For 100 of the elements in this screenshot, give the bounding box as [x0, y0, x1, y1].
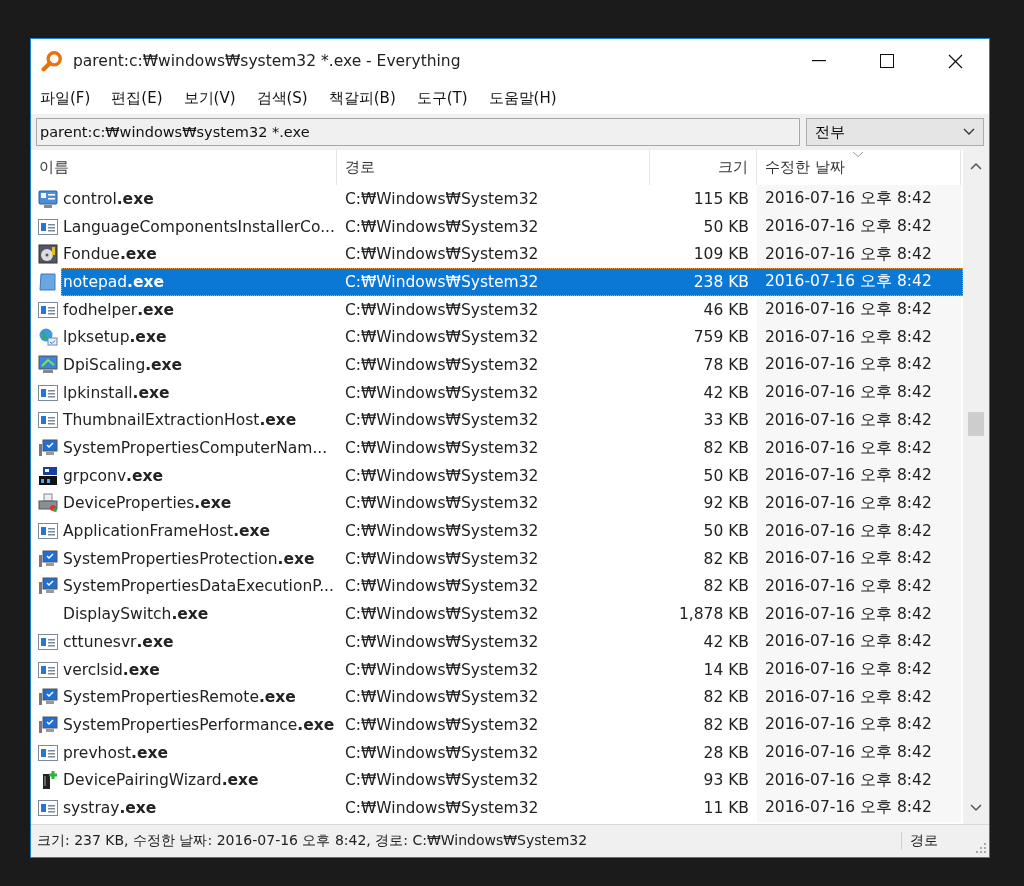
file-path: C:₩Windows₩System32 [344, 244, 540, 266]
file-size: 50 KB [702, 521, 750, 543]
column-header[interactable]: 이름 [31, 150, 337, 185]
file-row[interactable]: DeviceProperties.exe C:₩Windows₩System32 92 KB 2016-07-16 오후 8:42 [61, 489, 963, 518]
file-row[interactable]: DevicePairingWizard.exe C:₩Windows₩System32 93 KB 2016-07-16 오후 8:42 [61, 766, 963, 795]
file-name: fodhelper.exe [62, 299, 176, 321]
file-path: C:₩Windows₩System32 [344, 742, 540, 764]
file-row[interactable]: control.exe C:₩Windows₩System32 115 KB 2016-07-16 오후 8:42 [61, 185, 963, 213]
modified-date: 2016-07-16 오후 8:42 [757, 351, 961, 379]
file-name: lpksetup.exe [62, 327, 168, 349]
column-header[interactable]: 경로 [337, 150, 650, 185]
window-title: parent:c:₩windows₩system32 *.exe - Everything [73, 52, 462, 70]
file-row[interactable]: SystemPropertiesProtection.exe C:₩Windows₩System32 82 KB 2016-07-16 오후 8:42 [61, 544, 963, 573]
scroll-up-icon[interactable] [970, 162, 982, 170]
search-field[interactable]: parent:c:₩windows₩system32 *.exe [36, 118, 800, 146]
maximize-icon [880, 54, 894, 68]
menu-item[interactable]: 검색(S) [256, 89, 308, 108]
file-row[interactable]: prevhost.exe C:₩Windows₩System32 28 KB 2016-07-16 오후 8:42 [61, 738, 963, 767]
file-path: C:₩Windows₩System32 [344, 410, 540, 432]
menu-item[interactable]: 책갈피(B) [328, 89, 396, 108]
page-icon [38, 271, 58, 292]
file-row[interactable]: systray.exe C:₩Windows₩System32 11 KB 2016-07-16 오후 8:42 [61, 794, 963, 822]
file-name: lpkinstall.exe [62, 382, 171, 404]
filter-dropdown[interactable]: 전부 [806, 118, 984, 146]
column-header[interactable]: 크기 [650, 150, 757, 185]
modified-date: 2016-07-16 오후 8:42 [757, 295, 961, 324]
file-row[interactable]: LanguageComponentsInstallerCo... C:₩Windows₩System32 50 KB 2016-07-16 오후 8:42 [61, 212, 963, 241]
file-row[interactable]: cttunesvr.exe C:₩Windows₩System32 42 KB 2016-07-16 오후 8:42 [61, 628, 963, 656]
menu-item[interactable]: 편집(E) [111, 89, 163, 108]
file-path: C:₩Windows₩System32 [344, 687, 540, 709]
file-path: C:₩Windows₩System32 [344, 631, 540, 653]
close-icon [947, 53, 963, 69]
app-window-icon [38, 384, 58, 401]
modified-date: 2016-07-16 오후 8:42 [757, 766, 961, 795]
file-row[interactable]: lpksetup.exe C:₩Windows₩System32 759 KB 2016-07-16 오후 8:42 [61, 323, 963, 352]
scroll-thumb[interactable] [968, 412, 984, 436]
file-path: C:₩Windows₩System32 [344, 465, 540, 487]
modified-date: 2016-07-16 오후 8:42 [757, 185, 961, 213]
file-row[interactable]: DisplaySwitch.exe C:₩Windows₩System32 1,878 KB 2016-07-16 오후 8:42 [61, 600, 963, 628]
file-name: SystemPropertiesDataExecutionP... [62, 576, 335, 598]
file-name: SystemPropertiesProtection.exe [62, 548, 316, 570]
status-label: 경로 [901, 832, 976, 850]
file-row[interactable]: fodhelper.exe C:₩Windows₩System32 46 KB 2016-07-16 오후 8:42 [61, 295, 963, 324]
app-window-icon [38, 412, 58, 429]
file-name: SystemPropertiesComputerNam... [62, 438, 329, 460]
modified-date: 2016-07-16 오후 8:42 [757, 738, 961, 767]
menu-item[interactable]: 도움말(H) [488, 89, 557, 108]
file-row[interactable]: lpkinstall.exe C:₩Windows₩System32 42 KB 2016-07-16 오후 8:42 [61, 378, 963, 407]
printer-icon [38, 493, 58, 514]
file-size: 50 KB [702, 216, 750, 238]
file-row[interactable]: SystemPropertiesRemote.exe C:₩Windows₩System32 82 KB 2016-07-16 오후 8:42 [61, 683, 963, 712]
vertical-scrollbar[interactable] [963, 150, 989, 824]
file-row[interactable]: ThumbnailExtractionHost.exe C:₩Windows₩System32 33 KB 2016-07-16 오후 8:42 [61, 406, 963, 435]
app-window-icon [38, 799, 58, 816]
modified-date: 2016-07-16 오후 8:42 [764, 271, 933, 293]
blocks-icon [38, 465, 58, 486]
file-row[interactable]: grpconv.exe C:₩Windows₩System32 50 KB 2016-07-16 오후 8:42 [61, 461, 963, 490]
file-path: C:₩Windows₩System32 [344, 521, 540, 543]
file-row[interactable]: verclsid.exe C:₩Windows₩System32 14 KB 2016-07-16 오후 8:42 [61, 655, 963, 684]
file-row[interactable]: notepad.exe C:₩Windows₩System32 238 KB 2016-07-16 오후 8:42 [61, 268, 963, 296]
magnifier-icon [41, 50, 63, 72]
file-path: C:₩Windows₩System32 [344, 659, 540, 681]
file-name: cttunesvr.exe [62, 631, 175, 653]
resize-grip-icon[interactable] [976, 843, 986, 853]
modified-date: 2016-07-16 오후 8:42 [757, 655, 961, 684]
file-row[interactable]: DpiScaling.exe C:₩Windows₩System32 78 KB 2016-07-16 오후 8:42 [61, 351, 963, 379]
file-path: C:₩Windows₩System32 [344, 576, 540, 598]
file-size: 82 KB [702, 687, 750, 709]
modified-date: 2016-07-16 오후 8:42 [757, 212, 961, 241]
file-row[interactable]: SystemPropertiesComputerNam... C:₩Windows₩System32 82 KB 2016-07-16 오후 8:42 [61, 434, 963, 462]
computer-icon [38, 438, 58, 459]
modified-date: 2016-07-16 오후 8:42 [757, 489, 961, 518]
file-name: DeviceProperties.exe [62, 493, 233, 515]
file-size: 92 KB [702, 493, 750, 515]
menu-item[interactable]: 도구(T) [416, 89, 468, 108]
file-name: ThumbnailExtractionHost.exe [62, 410, 298, 432]
file-row[interactable]: ApplicationFrameHost.exe C:₩Windows₩System32 50 KB 2016-07-16 오후 8:42 [61, 517, 963, 545]
monitor-icon [38, 354, 58, 375]
modified-date: 2016-07-16 오후 8:42 [757, 461, 961, 490]
file-row[interactable]: Fondue.exe C:₩Windows₩System32 109 KB 2016-07-16 오후 8:42 [61, 240, 963, 269]
file-size: 42 KB [702, 631, 750, 653]
file-row[interactable]: SystemPropertiesPerformance.exe C:₩Windows₩System32 82 KB 2016-07-16 오후 8:42 [61, 711, 963, 739]
file-name: DpiScaling.exe [62, 354, 184, 376]
file-size: 82 KB [702, 714, 750, 736]
file-size: 82 KB [702, 438, 750, 460]
modified-date: 2016-07-16 오후 8:42 [757, 544, 961, 573]
file-row[interactable]: SystemPropertiesDataExecutionP... C:₩Windows₩System32 82 KB 2016-07-16 오후 8:42 [61, 572, 963, 601]
file-size: 82 KB [702, 548, 750, 570]
app-window-icon [38, 523, 58, 540]
file-name: ApplicationFrameHost.exe [62, 521, 272, 543]
globe-icon [38, 327, 58, 348]
modified-date: 2016-07-16 오후 8:42 [757, 628, 961, 656]
scroll-down-icon[interactable] [970, 804, 982, 812]
sort-chevron-icon [852, 151, 864, 158]
menu-item[interactable]: 파일(F) [40, 89, 91, 108]
file-name: notepad.exe [62, 271, 166, 293]
file-path: C:₩Windows₩System32 [344, 797, 540, 819]
file-path: C:₩Windows₩System32 [344, 216, 540, 238]
file-size: 82 KB [702, 576, 750, 598]
menu-item[interactable]: 보기(V) [183, 89, 236, 108]
